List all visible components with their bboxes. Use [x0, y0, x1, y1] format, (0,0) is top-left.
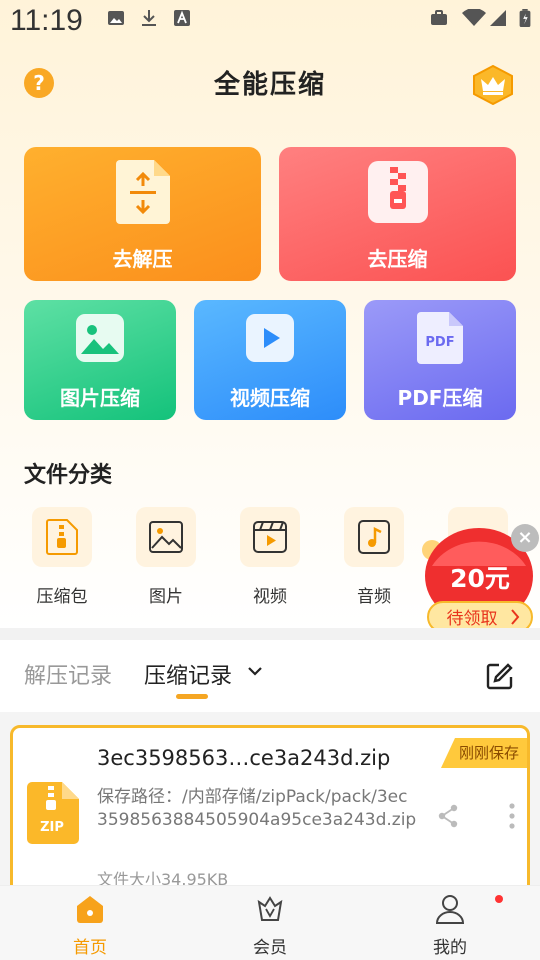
- gallery-notification-icon: [108, 11, 124, 25]
- saved-badge: 刚刚保存: [440, 738, 527, 768]
- nav-vip-label: 会员: [253, 938, 287, 958]
- video-icon: [253, 521, 287, 553]
- chevron-down-icon[interactable]: [246, 662, 264, 680]
- category-audio-label: 音频: [357, 587, 391, 607]
- status-time: 11:19: [10, 4, 83, 37]
- archive-icon: [46, 519, 78, 555]
- category-video[interactable]: 视频: [230, 507, 310, 607]
- record-file-path: 保存路径：/内部存储/zipPack/pack/3ec3598563884505…: [97, 787, 417, 830]
- nav-profile[interactable]: 我的: [390, 886, 510, 960]
- zip-label: 去压缩: [367, 247, 428, 271]
- image-compress-label: 图片压缩: [60, 386, 140, 410]
- unzip-tile[interactable]: 去解压: [24, 147, 261, 281]
- active-tab-indicator: [176, 694, 208, 699]
- pdf-icon-text: PDF: [425, 335, 454, 350]
- category-archive[interactable]: 压缩包: [22, 507, 102, 607]
- image-compress-tile[interactable]: 图片压缩: [24, 300, 176, 420]
- more-options-icon[interactable]: [507, 802, 517, 830]
- category-image-label: 图片: [149, 587, 183, 607]
- tab-zip-records[interactable]: 压缩记录: [144, 658, 232, 690]
- download-notification-icon: [142, 10, 156, 26]
- work-profile-icon: [431, 10, 447, 25]
- pdf-compress-tile[interactable]: PDF PDF压缩: [364, 300, 516, 420]
- file-category-title: 文件分类: [24, 463, 113, 488]
- user-icon: [435, 895, 465, 924]
- section-divider: [0, 628, 540, 640]
- play-icon: [246, 314, 294, 362]
- nav-home-label: 首页: [73, 938, 107, 958]
- vip-crown-button[interactable]: [472, 65, 514, 105]
- unzip-icon: [115, 160, 170, 224]
- promo-cta: 待领取: [447, 609, 498, 629]
- signal-icon: [490, 10, 506, 26]
- record-file-name: 3ec3598563…ce3a243d.zip: [97, 746, 391, 770]
- category-image[interactable]: 图片: [126, 507, 206, 607]
- tab-unzip-records[interactable]: 解压记录: [24, 658, 112, 690]
- edit-icon[interactable]: [486, 662, 514, 690]
- audio-icon: [358, 520, 390, 554]
- home-icon: [77, 896, 103, 923]
- image-icon: [149, 521, 183, 553]
- bottom-navigation: 首页 会员 我的: [0, 885, 540, 960]
- notification-dot: [495, 895, 503, 903]
- status-bar: 11:19: [0, 0, 540, 42]
- share-icon[interactable]: [437, 804, 459, 828]
- category-audio[interactable]: 音频: [334, 507, 414, 607]
- battery-icon: [519, 9, 531, 27]
- video-compress-tile[interactable]: 视频压缩: [194, 300, 346, 420]
- vip-gem-icon: [257, 896, 283, 921]
- zip-icon-text: ZIP: [40, 820, 64, 835]
- promo-close-button[interactable]: ×: [511, 524, 539, 552]
- close-icon: ×: [517, 527, 533, 548]
- wifi-icon: [462, 9, 486, 26]
- page-title: 全能压缩: [213, 70, 326, 100]
- zip-file-icon: [367, 161, 428, 223]
- nav-vip[interactable]: 会员: [210, 886, 330, 960]
- nav-profile-label: 我的: [433, 938, 467, 958]
- promo-amount: 20元: [450, 564, 510, 593]
- record-card[interactable]: 刚刚保存 ZIP 3ec3598563…ce3a243d.zip 保存路径：/内…: [10, 725, 530, 905]
- nav-home[interactable]: 首页: [30, 886, 150, 960]
- picture-icon: [76, 314, 124, 362]
- zip-file-icon: ZIP: [27, 782, 79, 844]
- pdf-file-icon: PDF: [417, 312, 463, 364]
- zip-tile[interactable]: 去压缩: [279, 147, 516, 281]
- font-notification-icon: [174, 10, 190, 26]
- video-compress-label: 视频压缩: [230, 386, 310, 410]
- pdf-compress-label: PDF压缩: [397, 386, 483, 410]
- category-archive-label: 压缩包: [36, 587, 88, 607]
- unzip-label: 去解压: [112, 247, 173, 271]
- category-video-label: 视频: [253, 587, 287, 607]
